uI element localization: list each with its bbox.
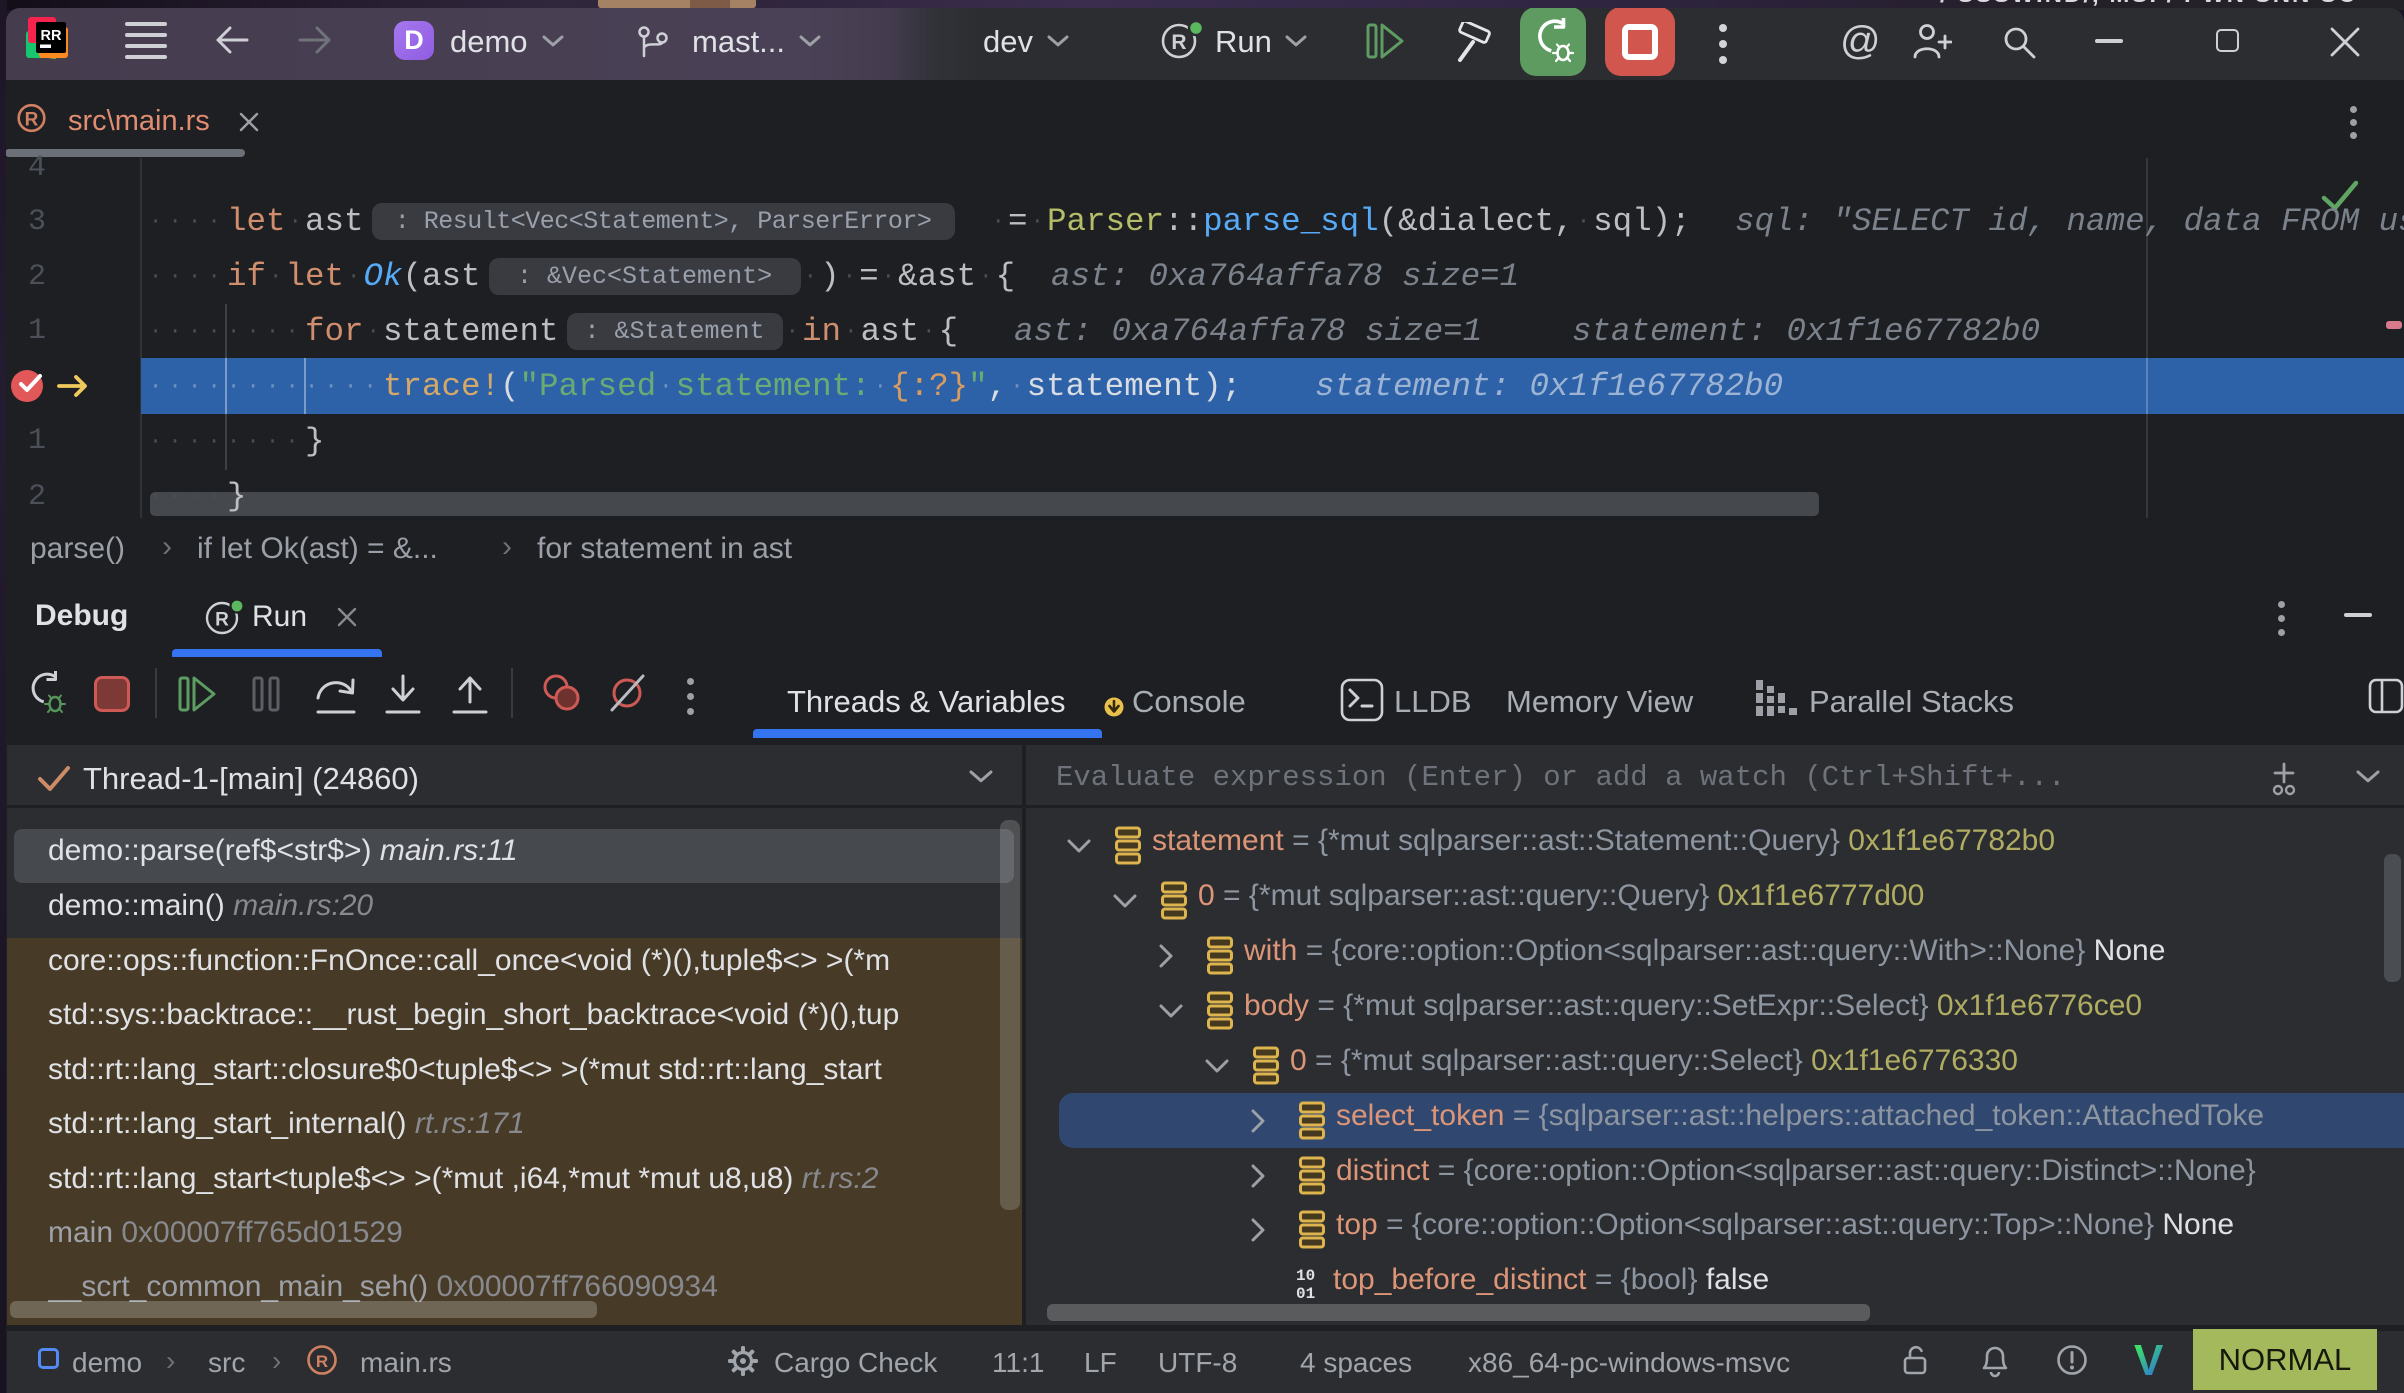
svg-text:R: R xyxy=(215,610,229,631)
svg-text:R: R xyxy=(316,1352,328,1371)
svg-text:R: R xyxy=(1171,31,1186,54)
svg-text:R: R xyxy=(25,110,39,131)
svg-text:RR: RR xyxy=(41,28,62,44)
